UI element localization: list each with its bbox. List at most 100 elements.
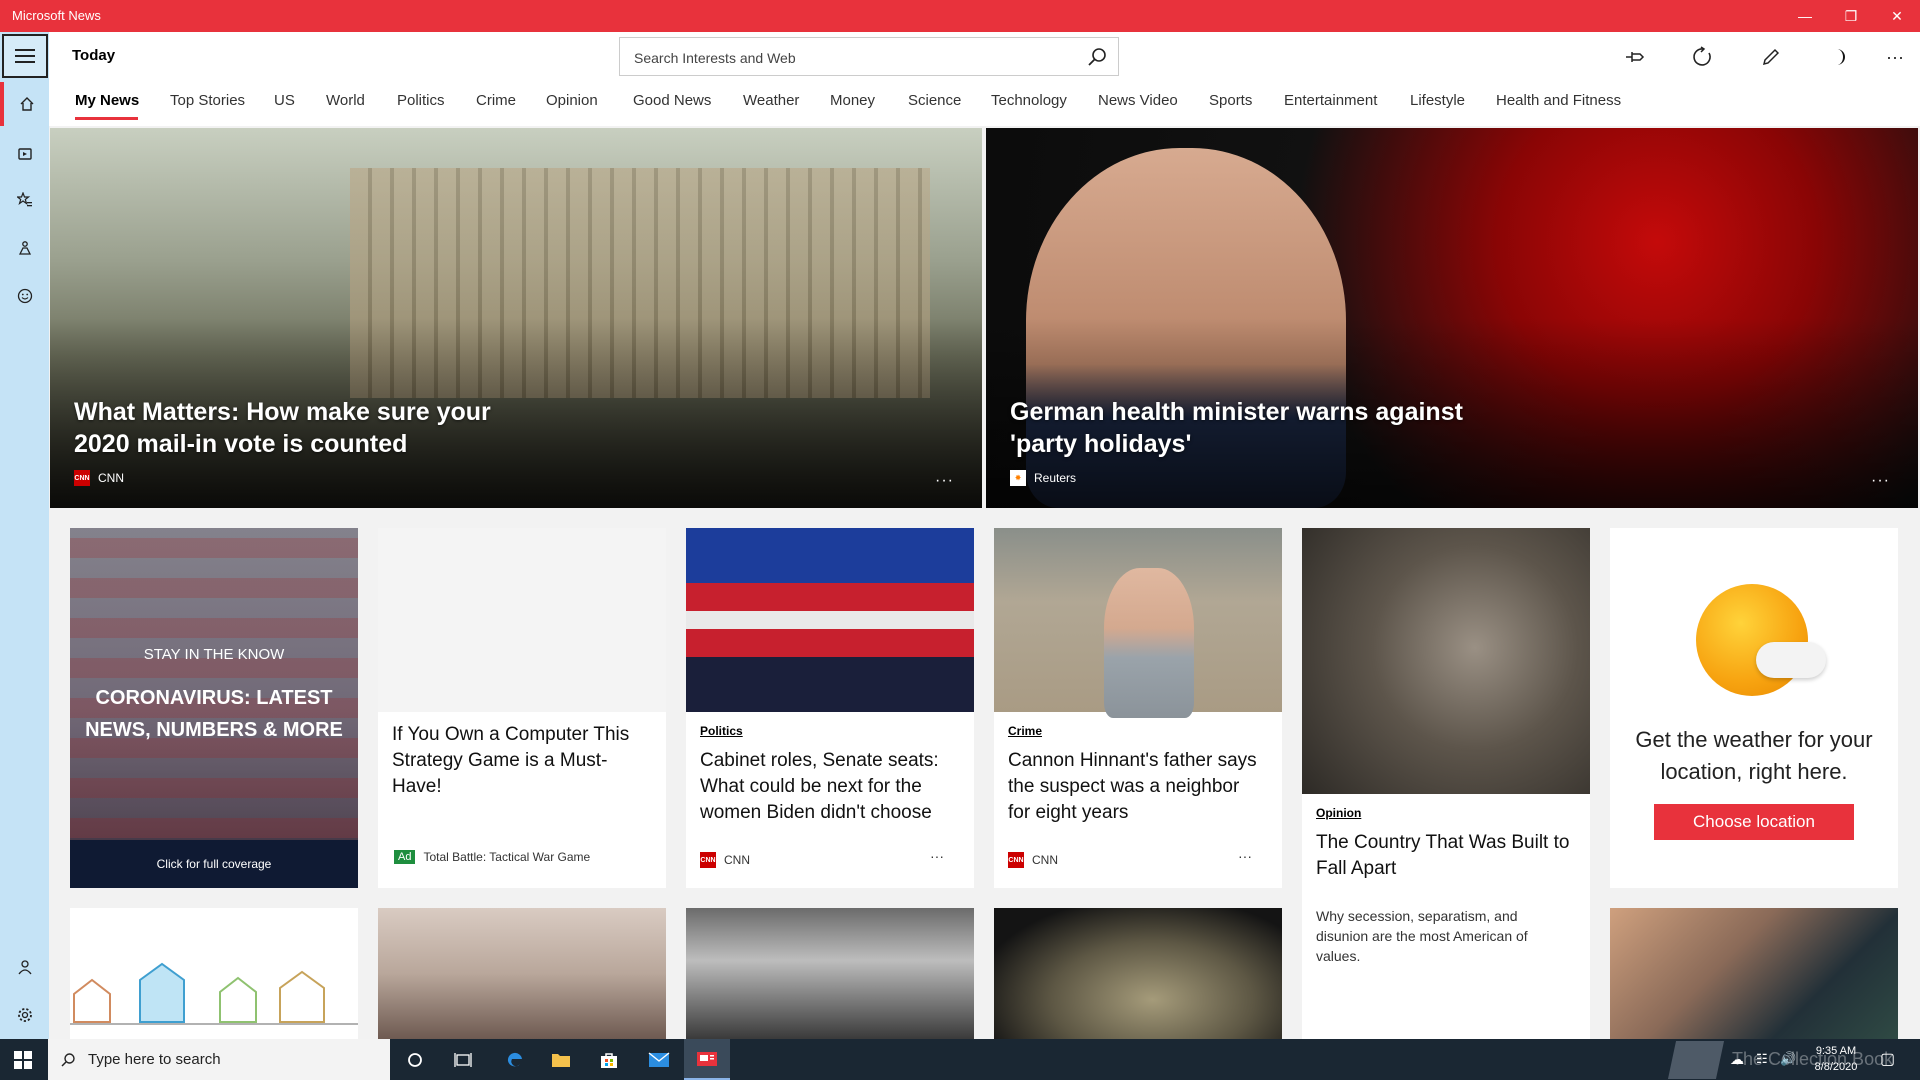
store-button[interactable] xyxy=(586,1039,632,1080)
rail-video-button[interactable] xyxy=(0,132,49,176)
tab-weather[interactable]: Weather xyxy=(743,92,799,109)
restore-icon: ❐ xyxy=(1844,7,1858,24)
tab-sports[interactable]: Sports xyxy=(1209,92,1252,109)
volume-button[interactable]: 🔊 xyxy=(1780,1051,1796,1067)
card-row2-mountains[interactable] xyxy=(378,908,666,1039)
close-icon: ✕ xyxy=(1891,7,1903,24)
cortana-button[interactable] xyxy=(392,1039,438,1080)
tab-my-news[interactable]: My News xyxy=(75,92,139,109)
card-source: Ad Total Battle: Tactical War Game xyxy=(394,850,590,864)
rail-feedback-button[interactable] xyxy=(0,274,49,318)
rail-home-button[interactable] xyxy=(0,82,49,126)
card-weather[interactable]: Get the weather for your location, right… xyxy=(1610,528,1898,888)
taskbar: Type here to search The Collection Book … xyxy=(0,1039,1920,1080)
hero-card-mail-vote[interactable]: What Matters: How make sure your 2020 ma… xyxy=(50,128,982,508)
close-button[interactable]: ✕ xyxy=(1874,0,1920,32)
more-options-button[interactable]: ··· xyxy=(1880,42,1910,72)
tab-lifestyle[interactable]: Lifestyle xyxy=(1410,92,1465,109)
card-row2-phones[interactable] xyxy=(1610,908,1898,1039)
tab-world[interactable]: World xyxy=(326,92,365,109)
home-icon xyxy=(20,97,33,111)
card-title: If You Own a Computer This Strategy Game… xyxy=(392,724,630,797)
tab-health-and-fitness[interactable]: Health and Fitness xyxy=(1496,92,1621,109)
card-coronavirus[interactable]: STAY IN THE KNOW CORONAVIRUS: LATEST NEW… xyxy=(70,528,358,888)
tab-top-stories[interactable]: Top Stories xyxy=(170,92,245,109)
tab-technology[interactable]: Technology xyxy=(991,92,1067,109)
card-ad[interactable]: If You Own a Computer This Strategy Game… xyxy=(378,528,666,888)
card-crime[interactable]: Crime Cannon Hinnant's father says the s… xyxy=(994,528,1282,888)
hero-card-german-minister[interactable]: German health minister warns against 'pa… xyxy=(986,128,1918,508)
card-politics[interactable]: Politics Cabinet roles, Senate seats: Wh… xyxy=(686,528,974,888)
title-bar: Microsoft News — ❐ ✕ xyxy=(0,0,1920,32)
card-category[interactable]: Opinion xyxy=(1316,806,1361,820)
card-title: The Country That Was Built to Fall Apart xyxy=(1316,832,1570,879)
hero-source: CNN CNN xyxy=(74,470,124,486)
tab-news-video[interactable]: News Video xyxy=(1098,92,1178,109)
clock[interactable]: 9:35 AM 8/8/2020 xyxy=(1806,1043,1866,1075)
hero-source-name: Reuters xyxy=(1034,471,1077,485)
network-button[interactable]: ☷ xyxy=(1756,1051,1768,1067)
cnn-logo-icon: CNN xyxy=(1008,852,1024,868)
rail-settings-button[interactable] xyxy=(0,993,49,1037)
tray-icons[interactable]: ☁ xyxy=(1730,1051,1744,1068)
task-view-icon xyxy=(454,1052,472,1067)
notification-icon: ▢ xyxy=(1880,1051,1896,1068)
rail-local-button[interactable] xyxy=(0,226,49,270)
file-explorer-button[interactable] xyxy=(538,1039,584,1080)
card-row2-fossil[interactable] xyxy=(994,908,1282,1039)
tab-us[interactable]: US xyxy=(274,92,295,109)
pin-button[interactable] xyxy=(1620,42,1650,72)
hero-more-button[interactable]: ··· xyxy=(935,472,954,490)
hero-source: ✸ Reuters xyxy=(1010,470,1076,486)
gear-icon xyxy=(17,1008,32,1022)
tab-politics[interactable]: Politics xyxy=(397,92,445,109)
page-title: Today xyxy=(72,47,116,64)
tab-opinion[interactable]: Opinion xyxy=(546,92,598,109)
ellipsis-icon: ··· xyxy=(1886,46,1904,67)
card-more-button[interactable]: ··· xyxy=(930,848,944,864)
card-category[interactable]: Politics xyxy=(700,724,743,738)
full-coverage-link[interactable]: Click for full coverage xyxy=(70,840,358,888)
refresh-button[interactable] xyxy=(1688,42,1718,72)
card-category[interactable]: Crime xyxy=(1008,724,1042,738)
card-row2-houses[interactable] xyxy=(70,908,358,1039)
hero-source-name: CNN xyxy=(98,471,124,485)
search-box[interactable] xyxy=(619,37,1119,77)
card-row2-boxing[interactable] xyxy=(686,908,974,1039)
tab-money[interactable]: Money xyxy=(830,92,875,109)
action-center-button[interactable]: ▢ xyxy=(1880,1049,1895,1069)
search-icon[interactable] xyxy=(1086,46,1108,68)
search-input[interactable] xyxy=(632,38,1076,77)
edge-icon xyxy=(507,1052,522,1066)
rail-account-button[interactable] xyxy=(0,945,49,989)
clock-time: 9:35 AM xyxy=(1815,1045,1857,1057)
tab-crime[interactable]: Crime xyxy=(476,92,516,109)
card-source: CNN CNN xyxy=(700,852,750,868)
task-view-button[interactable] xyxy=(440,1039,486,1080)
tab-science[interactable]: Science xyxy=(908,92,961,109)
hamburger-menu-button[interactable] xyxy=(2,34,48,78)
volume-icon: 🔊 xyxy=(1780,1051,1797,1066)
edit-button[interactable] xyxy=(1756,42,1786,72)
hamburger-icon xyxy=(15,49,35,63)
tab-good-news[interactable]: Good News xyxy=(633,92,711,109)
hero-more-button[interactable]: ··· xyxy=(1871,472,1890,490)
card-more-button[interactable]: ··· xyxy=(1238,848,1252,864)
reuters-logo-icon: ✸ xyxy=(1010,470,1026,486)
card-opinion[interactable]: Opinion The Country That Was Built to Fa… xyxy=(1302,528,1590,1039)
edge-button[interactable] xyxy=(492,1039,538,1080)
tab-entertainment[interactable]: Entertainment xyxy=(1284,92,1377,109)
restore-button[interactable]: ❐ xyxy=(1828,0,1874,32)
card-source-name: CNN xyxy=(1032,853,1058,867)
theme-button[interactable] xyxy=(1823,42,1853,72)
minimize-button[interactable]: — xyxy=(1782,0,1828,32)
rail-interests-button[interactable] xyxy=(0,178,49,222)
taskbar-search-box[interactable]: Type here to search xyxy=(48,1039,390,1080)
choose-location-button[interactable]: Choose location xyxy=(1654,804,1854,840)
card-image-child xyxy=(994,528,1282,718)
watermark-book-icon xyxy=(1667,1041,1725,1079)
news-app-button[interactable] xyxy=(684,1039,730,1080)
card-source: CNN CNN xyxy=(1008,852,1058,868)
mail-button[interactable] xyxy=(636,1039,682,1080)
start-button[interactable] xyxy=(0,1039,46,1080)
